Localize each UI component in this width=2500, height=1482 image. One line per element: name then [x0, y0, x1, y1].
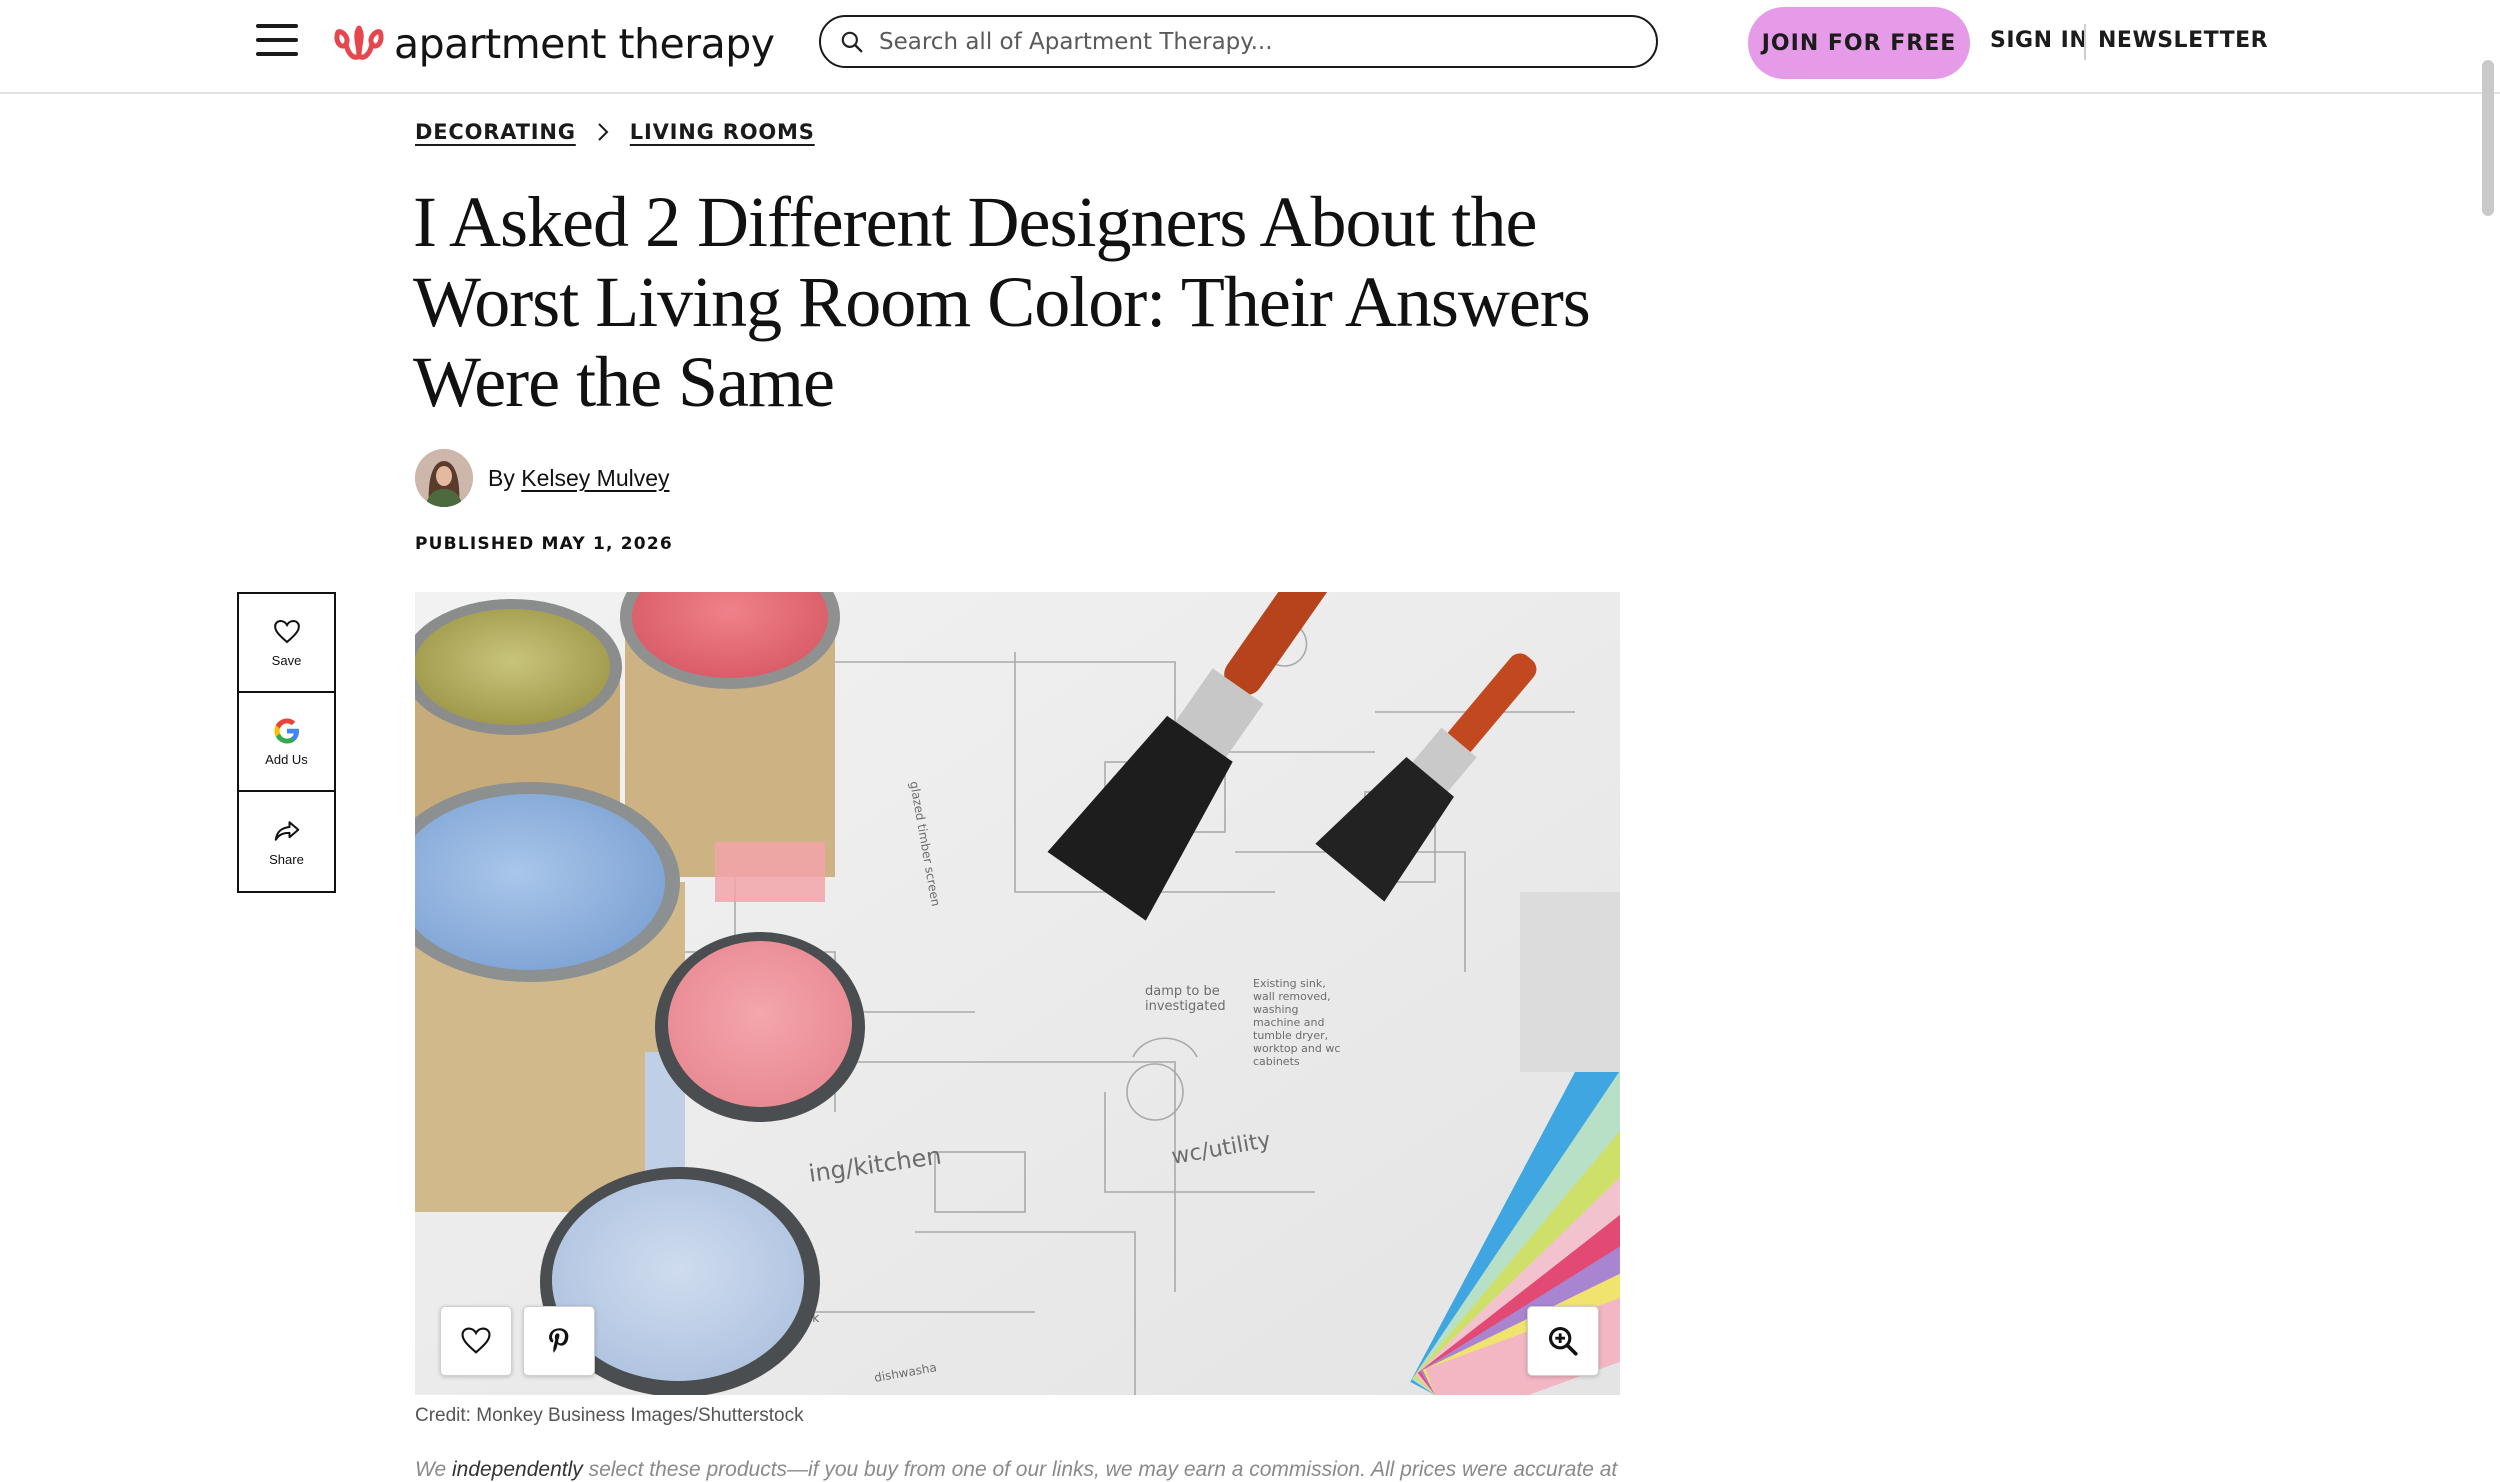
svg-text:wall removed,: wall removed, — [1253, 990, 1331, 1003]
share-button[interactable]: Share — [239, 792, 334, 891]
menu-icon[interactable] — [256, 24, 300, 60]
affiliate-disclaimer: We independently select these products—i… — [415, 1458, 1625, 1482]
pinterest-icon — [549, 1328, 569, 1353]
header-divider — [2084, 24, 2086, 60]
share-label: Share — [269, 852, 304, 867]
join-for-free-button[interactable]: JOIN FOR FREE — [1748, 7, 1970, 79]
disclaimer-prefix: We — [415, 1458, 452, 1481]
heart-icon — [461, 1327, 491, 1354]
image-credit: Credit: Monkey Business Images/Shutterst… — [415, 1405, 804, 1426]
paint-cans-blueprint-photo: damp to be investigated Existing sink, w… — [415, 592, 1620, 1395]
sign-in-link[interactable]: SIGN IN — [1990, 28, 2088, 53]
logo-mark-icon — [334, 25, 384, 60]
image-save-button[interactable] — [440, 1306, 512, 1376]
share-arrow-icon — [274, 821, 299, 841]
logo-text: apartment therapy — [394, 20, 775, 68]
search-bar[interactable] — [819, 15, 1658, 68]
newsletter-link[interactable]: NEWSLETTER — [2098, 28, 2268, 53]
disclaimer-rest: select these products—if you buy from on… — [582, 1458, 1618, 1481]
svg-text:tumble dryer,: tumble dryer, — [1253, 1029, 1328, 1042]
google-icon — [274, 718, 299, 744]
image-pinterest-button[interactable] — [523, 1306, 595, 1376]
svg-text:investigated: investigated — [1145, 999, 1226, 1014]
svg-text:damp to be: damp to be — [1145, 984, 1220, 999]
save-button[interactable]: Save — [239, 594, 334, 693]
search-input[interactable] — [877, 27, 1656, 56]
chevron-right-icon — [598, 123, 609, 141]
search-icon — [841, 31, 863, 52]
breadcrumb: DECORATING LIVING ROOMS — [415, 120, 815, 144]
site-logo[interactable]: apartment therapy — [332, 14, 775, 74]
disclaimer-emphasis-link[interactable]: independently — [452, 1458, 583, 1481]
heart-icon — [273, 619, 300, 644]
svg-text:washing: washing — [1253, 1003, 1298, 1016]
site-header: apartment therapy JOIN FOR FREE SIGN IN … — [0, 0, 2500, 94]
article-title: I Asked 2 Different Designers About the … — [413, 182, 1591, 422]
svg-text:worktop and wc: worktop and wc — [1253, 1042, 1340, 1055]
byline: By Kelsey Mulvey — [488, 465, 670, 492]
breadcrumb-decorating[interactable]: DECORATING — [415, 120, 576, 144]
add-us-button[interactable]: Add Us — [239, 693, 334, 792]
svg-text:machine and: machine and — [1253, 1016, 1324, 1029]
image-zoom-button[interactable] — [1527, 1306, 1599, 1376]
zoom-in-icon — [1548, 1326, 1578, 1356]
side-action-rail: Save Add Us Share — [237, 592, 336, 893]
scrollbar-thumb[interactable] — [2482, 60, 2494, 216]
hero-image: damp to be investigated Existing sink, w… — [415, 592, 1620, 1395]
published-date: PUBLISHED MAY 1, 2026 — [415, 534, 673, 554]
author-link[interactable]: Kelsey Mulvey — [521, 465, 669, 491]
breadcrumb-living-rooms[interactable]: LIVING ROOMS — [630, 120, 815, 144]
svg-text:cabinets: cabinets — [1253, 1055, 1300, 1068]
save-label: Save — [271, 653, 302, 668]
author-avatar[interactable] — [415, 449, 473, 507]
byline-prefix: By — [488, 465, 515, 491]
svg-text:Existing sink,: Existing sink, — [1253, 977, 1326, 990]
add-us-label: Add Us — [265, 752, 308, 767]
